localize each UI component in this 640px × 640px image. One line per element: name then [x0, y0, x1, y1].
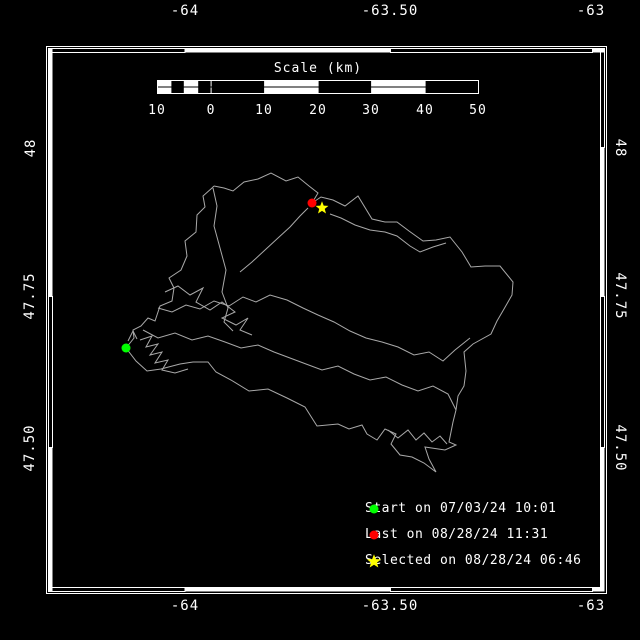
track-segment[interactable]	[125, 195, 514, 473]
legend-last-label: Last on 08/28/24 11:31	[365, 527, 549, 542]
map-border-top	[48, 48, 605, 53]
track-segment[interactable]	[387, 429, 448, 445]
selected-point-star-marker[interactable]	[315, 201, 329, 214]
last-dot-icon	[369, 530, 379, 540]
selected-star-icon	[366, 554, 382, 568]
track-path[interactable]	[125, 172, 514, 473]
map-plot-canvas	[46, 46, 607, 594]
start-dot-icon	[369, 504, 379, 514]
map-border-bottom	[48, 587, 605, 592]
start-point-marker[interactable]	[121, 343, 131, 353]
tick-label-right-1: 48	[612, 138, 628, 158]
tick-label-bottom-1: -64	[170, 598, 200, 614]
track-segment[interactable]	[239, 207, 309, 273]
scale-label-4: 30	[362, 103, 380, 118]
tick-label-bottom-2: -63.50	[361, 598, 419, 614]
scale-label-6: 50	[469, 103, 487, 118]
scale-label-5: 40	[416, 103, 434, 118]
scale-label-0: 10	[148, 103, 166, 118]
scale-bar	[157, 80, 479, 94]
map-border-right	[600, 48, 605, 592]
legend-start-label: Start on 07/03/24 10:01	[365, 501, 557, 516]
scale-label-1: 0	[206, 103, 216, 118]
legend-row-start: Start on 07/03/24 10:01	[365, 501, 557, 516]
track-segment[interactable]	[157, 294, 471, 362]
legend-row-last: Last on 08/28/24 11:31	[365, 527, 548, 542]
track-segment[interactable]	[213, 172, 319, 204]
tick-label-top-3: -63	[576, 3, 606, 19]
track-segment[interactable]	[142, 329, 457, 411]
scale-bar-title: Scale (km)	[273, 61, 363, 76]
tick-label-left-3: 47.50	[22, 424, 38, 472]
tick-label-right-3: 47.50	[612, 424, 628, 472]
tick-label-left-1: 48	[23, 138, 39, 158]
tick-label-bottom-3: -63	[576, 598, 606, 614]
track-segment[interactable]	[125, 185, 215, 349]
track-segment[interactable]	[164, 285, 253, 336]
map-border-left	[48, 48, 53, 592]
tick-label-left-2: 47.75	[22, 272, 38, 320]
track-segment[interactable]	[212, 187, 234, 332]
track-map-screen: { "axes": { "top": ["-64", "-63.50", "-6…	[0, 0, 640, 640]
tick-label-right-2: 47.75	[612, 272, 628, 320]
tick-label-top-2: -63.50	[361, 3, 419, 19]
scale-label-3: 20	[309, 103, 327, 118]
track-segment[interactable]	[329, 213, 447, 253]
legend-row-selected: Selected on 08/28/24 06:46	[365, 553, 582, 568]
tick-label-top-1: -64	[170, 3, 200, 19]
track-segment[interactable]	[139, 335, 189, 374]
legend-selected-label: Selected on 08/28/24 06:46	[365, 553, 582, 568]
scale-label-2: 10	[255, 103, 273, 118]
last-point-marker[interactable]	[307, 198, 317, 208]
